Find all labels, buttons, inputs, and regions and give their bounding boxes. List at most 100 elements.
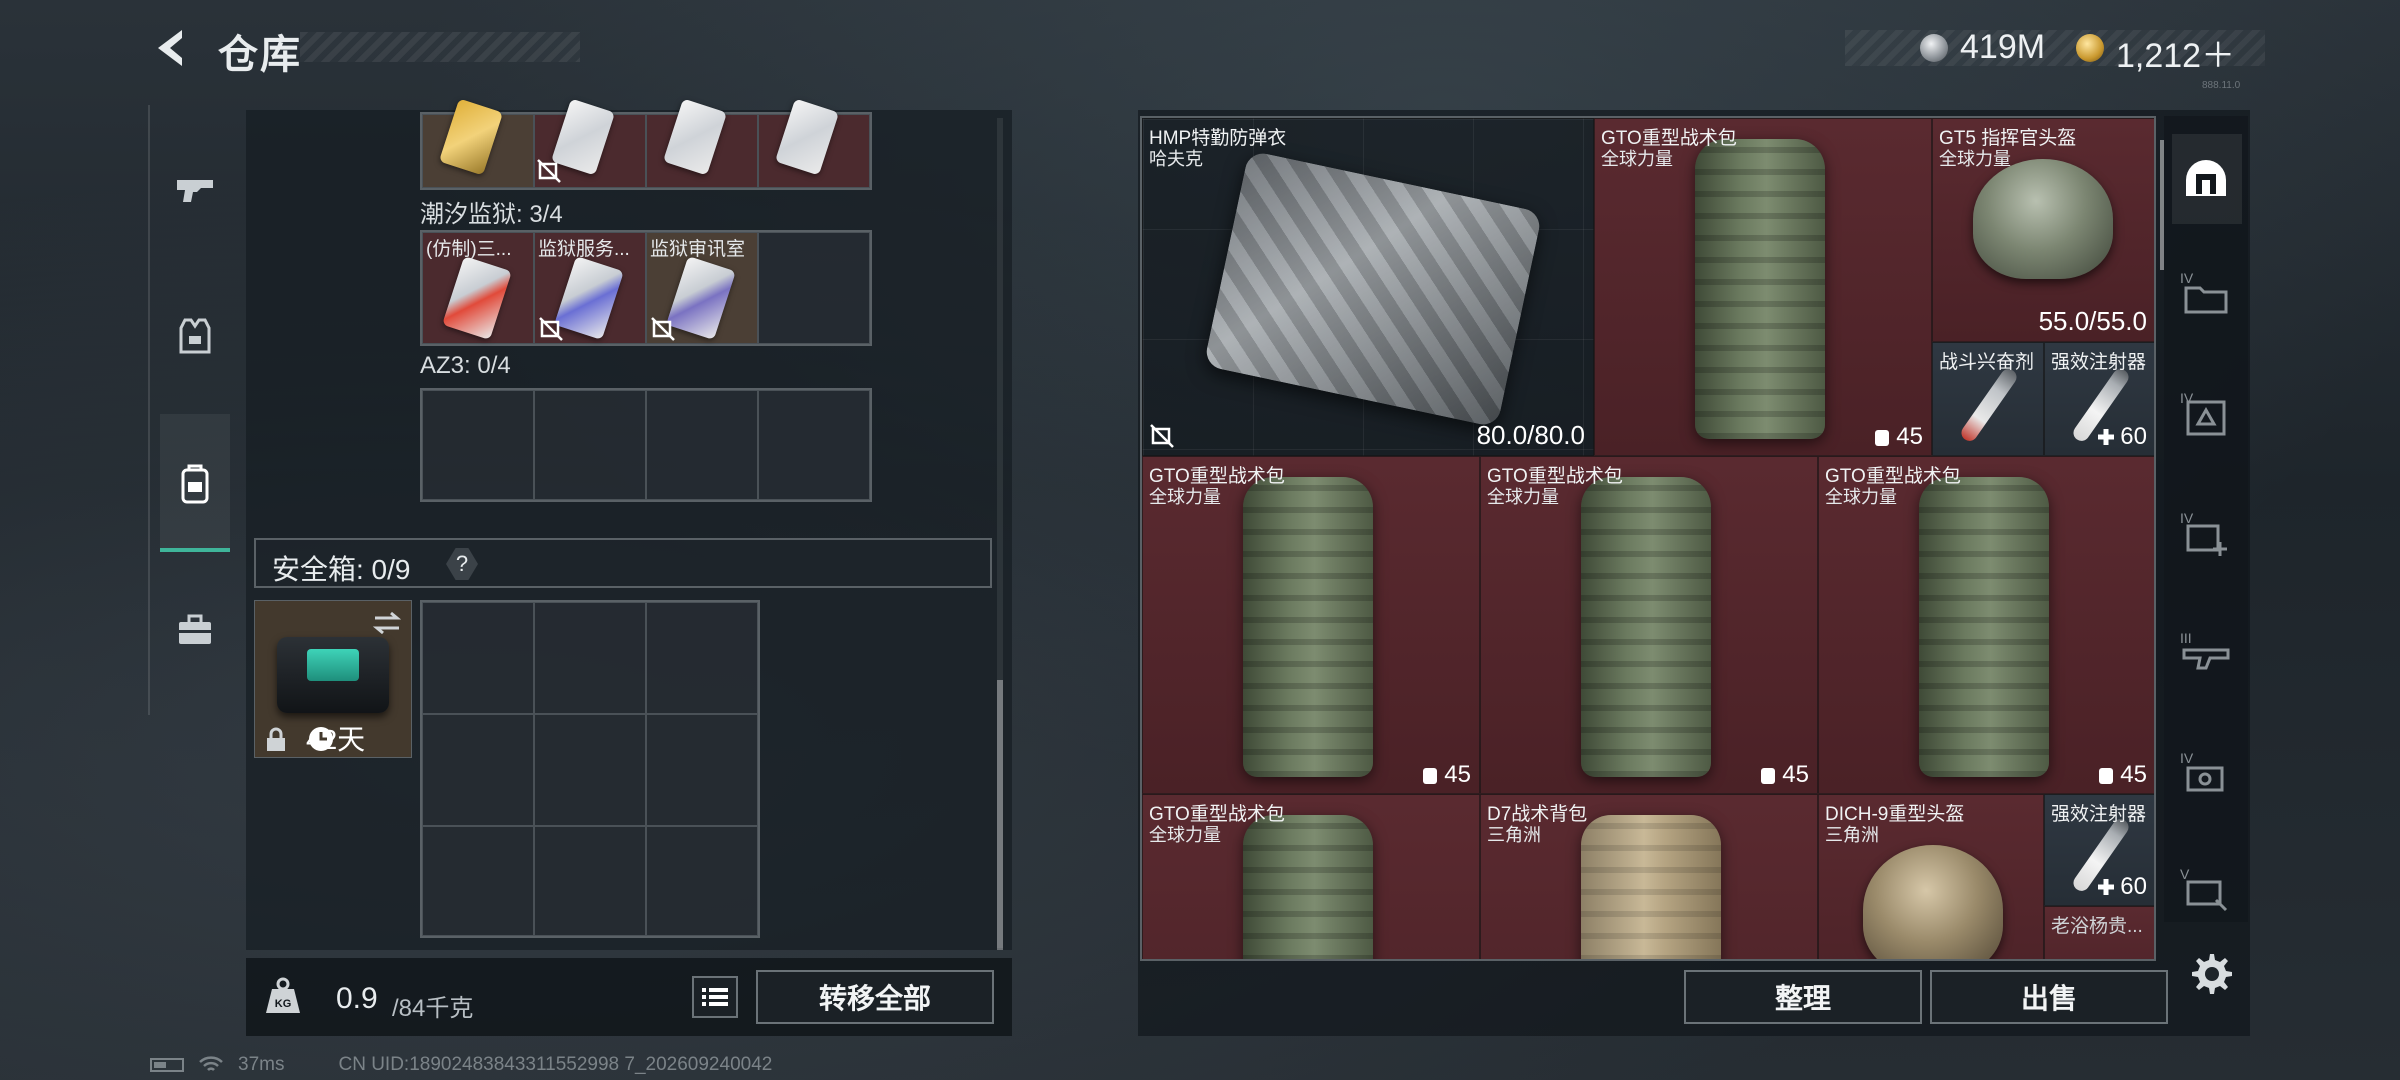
item-uses: 60 [2096,873,2147,901]
stash-item-backpack[interactable]: GTO重型战术包 全球力量 45 [1142,456,1480,794]
svg-text:KG: KG [275,998,292,1010]
item-faction: 哈夫克 [1149,149,1203,169]
grid-cell[interactable] [422,390,534,500]
category-all[interactable] [2176,148,2236,208]
ping-text: 37ms [238,1054,285,1075]
no-bind-icon [537,159,561,183]
item-capacity: 45 [1420,761,1471,789]
armor-vest-icon [179,318,211,354]
organize-button[interactable]: 整理 [1684,970,1922,1024]
nav-case[interactable] [150,582,240,678]
nav-armor[interactable] [150,288,240,384]
plus-icon [2098,429,2115,445]
pistol-icon [177,180,213,202]
item-faction: 全球力量 [1939,149,2011,169]
stash-item-vest[interactable]: HMP特勤防弹衣 哈夫克 80.0/80.0 [1142,118,1594,456]
all-items-icon [2186,160,2226,196]
backpack-small-icon [1875,430,1890,446]
item-capacity-value: 45 [1782,761,1809,788]
az3-grid [420,388,872,502]
stash-item-injector[interactable]: 强效注射器 60 [2044,794,2154,906]
prison-item-name: 监狱审讯室 [650,239,746,260]
vest-image [1203,150,1543,428]
item-faction: 全球力量 [1487,487,1559,507]
grid-cell[interactable] [422,826,534,936]
plus-icon [2098,879,2115,895]
prison-item-name: 监狱服务... [538,239,630,260]
grid-cell[interactable] [758,390,870,500]
backpack-small-icon [1761,768,1776,784]
grid-cell[interactable] [422,602,534,714]
stash-item-injector[interactable]: 强效注射器 60 [2044,342,2154,456]
category-scroll-thumb[interactable] [2160,140,2164,270]
grid-cell[interactable] [422,714,534,826]
container-scroll-thumb[interactable] [997,680,1003,950]
prison-item-name: (仿制)三... [426,239,512,260]
stash-grid: HMP特勤防弹衣 哈夫克 80.0/80.0 GTO重型战术包 全球力量 45 … [1140,116,2156,961]
swap-icon[interactable] [371,609,403,637]
item-uses-value: 60 [2120,423,2147,450]
backpack-icon [181,464,209,504]
back-arrow-icon[interactable] [148,24,196,72]
gold-amount[interactable]: 1,212＋ [2116,28,2235,77]
stash-item-backpack[interactable]: GTO重型战术包 全球力量 45 [1594,118,1932,456]
no-bind-icon [539,317,563,341]
backpack-image [1243,477,1373,777]
stash-item-d7-backpack[interactable]: D7战术背包 三角洲 [1480,794,1818,959]
grid-cell[interactable] [646,826,758,936]
stash-item-dich-helmet[interactable]: DICH-9重型头盔 三角洲 [1818,794,2044,959]
sell-button[interactable]: 出售 [1930,970,2168,1024]
item-faction: 全球力量 [1149,825,1221,845]
tier-label: IV [2180,750,2194,766]
item-capacity: 45 [1872,423,1923,451]
wifi-icon [199,1056,223,1071]
grid-cell[interactable] [646,714,758,826]
item-faction: 全球力量 [1601,149,1673,169]
tier-label: IV [2180,390,2194,406]
list-view-button[interactable] [692,976,738,1018]
tier-label: IV [2180,510,2194,526]
grid-cell[interactable] [534,714,646,826]
item-uses-value: 60 [2120,873,2147,900]
stash-item-stimulant[interactable]: 战斗兴奋剂 [1932,342,2044,456]
status-bar: 37ms CN UID:18902483843311552998 7_20260… [150,1054,772,1076]
grid-cell[interactable] [534,826,646,936]
item-faction: 全球力量 [1825,487,1897,507]
item-faction: 三角洲 [1487,825,1541,845]
grid-cell[interactable] [646,390,758,500]
item-faction: 三角洲 [1825,825,1879,845]
backpack-image [1243,815,1373,959]
nav-backpack[interactable] [150,436,240,532]
silver-coin-icon [1920,34,1948,62]
helmet-image [1973,159,2113,279]
settings-gear-icon[interactable] [2186,950,2234,998]
stash-item-helmet[interactable]: GT5 指挥官头盔 全球力量 55.0/55.0 [1932,118,2154,342]
lock-icon [267,727,285,751]
stash-item-backpack[interactable]: GTO重型战术包 全球力量 45 [1480,456,1818,794]
item-name: 强效注射器 [2051,352,2147,373]
item-capacity-value: 45 [2120,761,2147,788]
nav-weapons[interactable] [150,142,240,238]
grid-cell[interactable] [646,602,758,714]
grid-cell[interactable] [758,232,870,344]
item-durability: 55.0/55.0 [2038,306,2147,336]
battery-icon [150,1058,184,1072]
item-name: 战斗兴奋剂 [1939,352,2035,373]
uid-text: CN UID:18902483843311552998 7_2026092400… [338,1054,773,1075]
grid-cell[interactable] [534,390,646,500]
stimulant-image [1958,366,2020,444]
prison-label: 潮汐监狱: 3/4 [420,201,563,228]
silver-amount[interactable]: 419M [1960,28,2045,67]
stash-item-backpack[interactable]: GTO重型战术包 全球力量 45 [1818,456,2154,794]
list-icon [702,988,728,1006]
stash-item-backpack[interactable]: GTO重型战术包 全球力量 [1142,794,1480,959]
transfer-all-button[interactable]: 转移全部 [756,970,994,1024]
safebox-grid [420,600,760,938]
item-capacity: 45 [2096,761,2147,789]
tier-label: III [2180,630,2192,646]
grid-cell[interactable] [534,602,646,714]
safebox-days: 42天 [306,724,366,755]
title-stripe [300,32,580,62]
no-bind-icon [1150,424,1174,448]
stash-item-bath[interactable]: 老浴杨贵... [2044,906,2154,959]
